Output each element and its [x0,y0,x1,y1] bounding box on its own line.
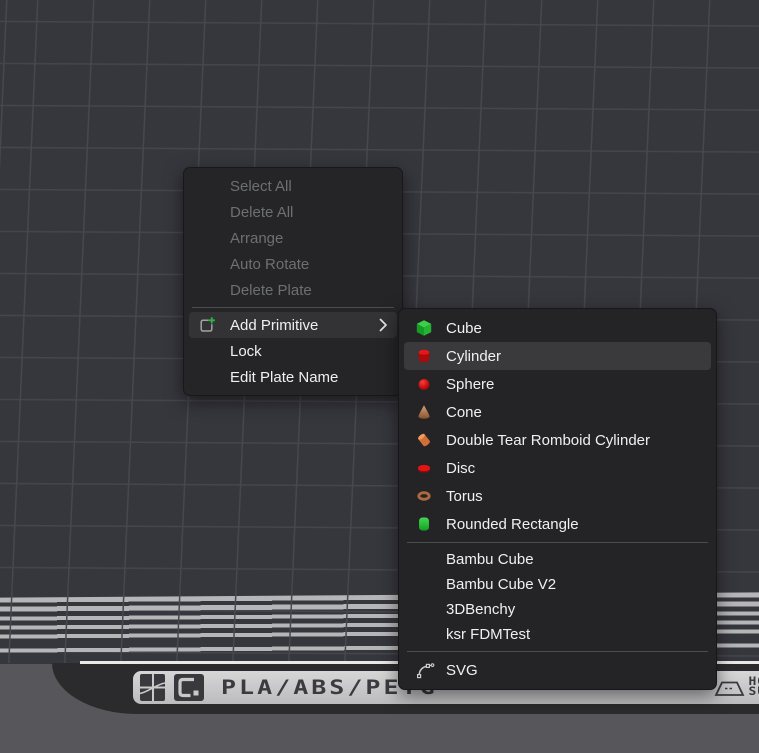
menu-item-disc[interactable]: Disc [404,454,711,482]
menu-item-label: Delete Plate [230,282,388,299]
menu-item-delete-plate: Delete Plate [189,277,397,303]
menu-item-svg[interactable]: SVG [404,656,711,684]
sphere-icon [411,375,446,393]
plate-marker-icon [174,674,204,701]
plate-context-menu: Select All Delete All Arrange Auto Rotate De… [183,167,403,396]
menu-item-label: Add Primitive [230,317,373,334]
menu-item-sphere[interactable]: Sphere [404,370,711,398]
menu-item-label: Edit Plate Name [230,369,388,386]
menu-item-lock[interactable]: Lock [189,338,397,364]
menu-item-bambu-cube-v2[interactable]: Bambu Cube V2 [404,572,711,597]
menu-item-torus[interactable]: Torus [404,482,711,510]
chevron-right-icon [379,318,388,332]
menu-item-3dbenchy[interactable]: 3DBenchy [404,597,711,622]
menu-item-label: Delete All [230,204,388,221]
add-primitive-submenu: Cube Cylinder Sphere Cone Double Tear Romboi… [398,308,717,690]
cone-icon [411,403,446,421]
menu-item-auto-rotate: Auto Rotate [189,251,397,277]
menu-item-label: Arrange [230,230,388,247]
disc-icon [411,459,446,477]
menu-item-label: Cylinder [446,348,702,365]
menu-item-delete-all: Delete All [189,199,397,225]
menu-separator [192,307,394,308]
romboid-cylinder-icon [411,431,446,449]
menu-item-label: Bambu Cube [446,551,702,568]
menu-item-label: Select All [230,178,388,195]
menu-item-rounded-rectangle[interactable]: Rounded Rectangle [404,510,711,538]
add-primitive-icon [194,316,230,335]
menu-item-label: Rounded Rectangle [446,516,702,533]
slicer-3d-viewport: PLA/ABS/PETG HOTSU Select AllDelete AllA… [0,0,759,753]
menu-item-label: SVG [446,662,702,679]
rounded-rectangle-icon [411,515,446,533]
menu-item-label: Lock [230,343,388,360]
menu-item-bambu-cube[interactable]: Bambu Cube [404,547,711,572]
menu-item-label: Double Tear Romboid Cylinder [446,432,702,449]
menu-item-add-primitive[interactable]: Add Primitive [189,312,397,338]
menu-item-label: Auto Rotate [230,256,388,273]
menu-item-label: 3DBenchy [446,601,702,618]
menu-item-cylinder[interactable]: Cylinder [404,342,711,370]
menu-item-ksr-fdmtest[interactable]: ksr FDMTest [404,622,711,647]
menu-item-cube[interactable]: Cube [404,314,711,342]
menu-item-label: Cube [446,320,702,337]
menu-item-arrange: Arrange [189,225,397,251]
menu-item-edit-plate-name[interactable]: Edit Plate Name [189,364,397,390]
svg-icon [411,660,446,680]
menu-item-label: Bambu Cube V2 [446,576,702,593]
menu-item-label: ksr FDMTest [446,626,702,643]
menu-item-label: Torus [446,488,702,505]
cube-icon [411,319,446,337]
torus-icon [411,487,446,505]
menu-item-label: Disc [446,460,702,477]
menu-item-label: Cone [446,404,702,421]
cylinder-icon [411,347,446,365]
hotbed-badge-text: HOTSU [749,678,759,697]
menu-separator [407,651,708,652]
hotbed-badge: HOTSU [714,677,759,698]
menu-item-cone[interactable]: Cone [404,398,711,426]
menu-item-select-all: Select All [189,173,397,199]
hotbed-icon [714,679,745,697]
bambu-logo-icon [140,674,165,701]
menu-item-double-tear-romboid-cylinder[interactable]: Double Tear Romboid Cylinder [404,426,711,454]
menu-item-label: Sphere [446,376,702,393]
menu-separator [407,542,708,543]
